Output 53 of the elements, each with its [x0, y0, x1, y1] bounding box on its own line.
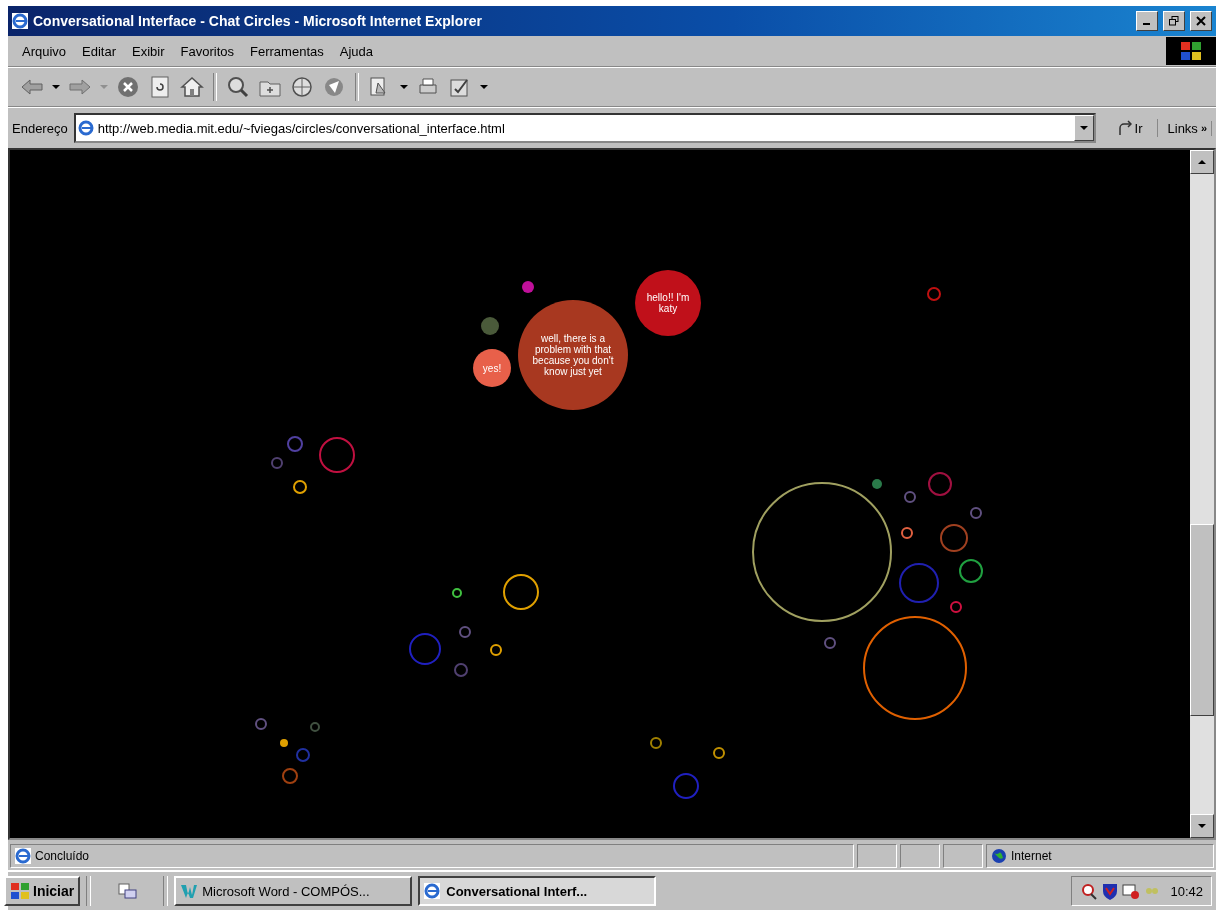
restore-button[interactable]	[1163, 11, 1185, 31]
scroll-up-icon[interactable]	[1198, 159, 1206, 165]
page-icon	[15, 848, 31, 864]
caret-icon[interactable]	[400, 84, 408, 90]
caret-icon[interactable]	[1079, 125, 1088, 131]
browser-icon[interactable]	[424, 883, 443, 899]
status-panel	[857, 844, 897, 868]
close-button[interactable]	[1190, 11, 1212, 31]
refresh-icon[interactable]	[148, 75, 172, 99]
globe-icon[interactable]	[290, 75, 314, 99]
caret-icon[interactable]	[480, 84, 488, 90]
taskbar-button[interactable]: Microsoft Word - COMPÓS...	[174, 876, 413, 906]
links-button[interactable]: Links »	[1163, 120, 1212, 136]
menu-item[interactable]: Arquivo	[16, 41, 73, 61]
desktop-icon[interactable]	[117, 882, 138, 900]
menu-item[interactable]: Ferramentas	[244, 41, 330, 61]
magnifier-icon[interactable]	[1080, 882, 1099, 900]
address-label: Endereço	[12, 120, 68, 136]
scrollbar[interactable]	[1190, 150, 1214, 838]
windows-logo	[1166, 37, 1216, 65]
dropdown-button[interactable]	[1073, 115, 1094, 141]
shield-icon[interactable]	[1102, 882, 1119, 900]
window-title: Conversational Interface - Chat Circles - Microsoft Internet Explorer	[33, 13, 483, 29]
chat-bubble: yes!	[473, 349, 511, 387]
menu-item[interactable]: Editar	[76, 41, 123, 61]
windows-logo[interactable]	[10, 882, 30, 900]
menu-item[interactable]: Exibir	[126, 41, 171, 61]
taskbar-button[interactable]: Conversational Interf...	[418, 876, 657, 906]
restore-icon[interactable]	[1169, 16, 1179, 26]
home-icon[interactable]	[180, 75, 204, 99]
menu-item[interactable]: Favoritos	[174, 41, 241, 61]
monitor-icon[interactable]	[1122, 882, 1141, 900]
chat-bubble: well, there is a problem with that because you don't know just yet	[518, 300, 628, 410]
stop-icon[interactable]	[116, 75, 140, 99]
chat-bubble: hello!! I'm katy	[635, 270, 701, 336]
menu-item[interactable]: Ajuda	[333, 41, 379, 61]
status-panel	[943, 844, 983, 868]
search-icon[interactable]	[226, 75, 250, 99]
status-panel	[900, 844, 940, 868]
globe-icon	[991, 848, 1007, 864]
scroll-down-icon[interactable]	[1198, 823, 1206, 829]
close-icon[interactable]	[1196, 16, 1206, 26]
zone-text: Internet	[1011, 849, 1052, 863]
start-button[interactable]: Iniciar	[4, 876, 81, 906]
scroll-thumb[interactable]	[1190, 524, 1214, 716]
browser-icon	[12, 13, 28, 29]
clock: 10:42	[1170, 883, 1203, 899]
address-field[interactable]: http://web.media.mit.edu/~fviegas/circles/conversational_interface.html	[73, 113, 1096, 143]
page-icon	[77, 120, 94, 136]
caret-icon[interactable]	[52, 84, 60, 90]
go-button[interactable]: Ir	[1101, 119, 1158, 137]
status-text: Concluído	[35, 849, 90, 863]
minimize-button[interactable]	[1136, 11, 1158, 31]
